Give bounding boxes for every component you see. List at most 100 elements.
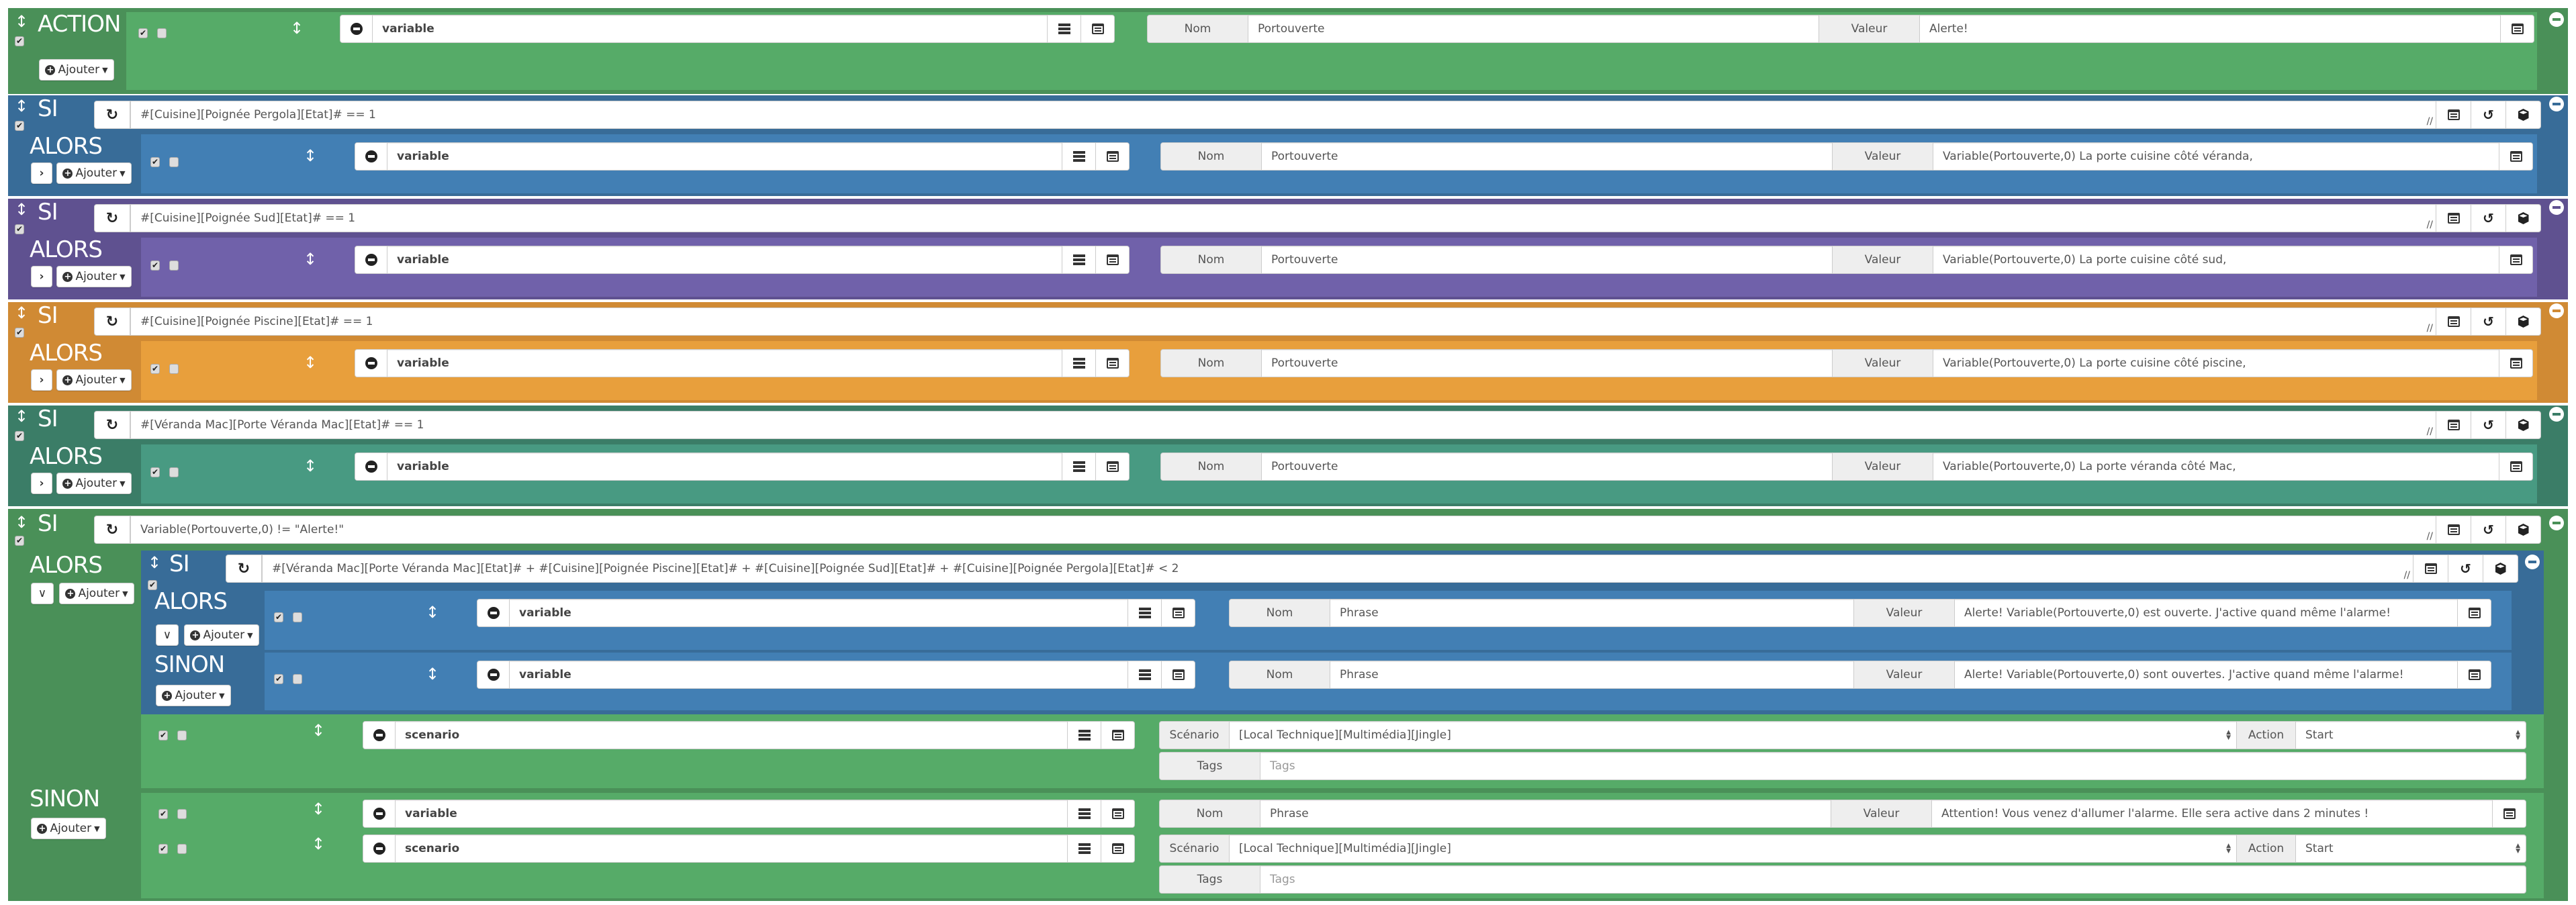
refresh-condition-button[interactable]: ↻: [94, 101, 130, 129]
refresh-condition-button[interactable]: ↻: [94, 204, 130, 232]
cube-button[interactable]: [2505, 205, 2540, 232]
select-command-button[interactable]: [1067, 722, 1101, 749]
variable-value-input[interactable]: Alerte! Variable(Portouverte,0) est ouve…: [1955, 600, 2457, 626]
remove-action-button[interactable]: [355, 350, 387, 377]
value-list-button[interactable]: [2457, 600, 2491, 626]
resize-grip-icon[interactable]: //: [2427, 323, 2433, 334]
variable-value-input[interactable]: Alerte! Variable(Portouverte,0) sont ouv…: [1955, 661, 2457, 688]
add-button[interactable]: + Ajouter ▼: [56, 266, 132, 287]
remove-action-button[interactable]: [477, 661, 510, 688]
condition-input[interactable]: #[Véranda Mac][Porte Véranda Mac][Etat]#…: [130, 411, 2541, 439]
move-handle-icon[interactable]: ↕: [15, 514, 28, 530]
variable-name-input[interactable]: Portouverte: [1262, 453, 1833, 480]
remove-block-icon[interactable]: [2549, 303, 2564, 318]
block-enable-checkbox[interactable]: [15, 121, 24, 131]
remove-action-button[interactable]: [355, 143, 387, 170]
condition-input[interactable]: #[Cuisine][Poignée Sud][Etat]# == 1// ↺: [130, 204, 2541, 232]
variable-value-input[interactable]: Variable(Portouverte,0) La porte véranda…: [1933, 453, 2499, 480]
move-handle-icon[interactable]: ↕: [304, 251, 317, 267]
move-handle-icon[interactable]: ↕: [426, 604, 439, 620]
condition-input[interactable]: #[Cuisine][Poignée Pergola][Etat]# == 1/…: [130, 101, 2541, 129]
history-button[interactable]: ↺: [2471, 205, 2505, 232]
block-enable-checkbox[interactable]: [15, 36, 24, 46]
expand-button[interactable]: ›: [31, 162, 52, 184]
remove-action-button[interactable]: [355, 246, 387, 273]
move-handle-icon[interactable]: ↕: [304, 458, 317, 474]
select-command-button[interactable]: [1128, 600, 1161, 626]
action-background-checkbox[interactable]: [169, 467, 179, 477]
expression-button[interactable]: [2436, 205, 2471, 232]
expand-button[interactable]: ›: [31, 369, 52, 391]
select-command-button[interactable]: [1128, 661, 1161, 688]
resize-grip-icon[interactable]: //: [2427, 116, 2433, 127]
tags-input[interactable]: Tags: [1260, 753, 2526, 779]
list-command-button[interactable]: [1080, 15, 1114, 42]
add-button[interactable]: + Ajouter ▼: [156, 685, 231, 706]
move-handle-icon[interactable]: ↕: [15, 13, 28, 30]
condition-input[interactable]: Variable(Portouverte,0) != "Alerte!"// ↺: [130, 516, 2541, 544]
action-enable-checkbox[interactable]: [150, 364, 160, 374]
action-background-checkbox[interactable]: [169, 260, 179, 271]
action-select[interactable]: Start ▲ ▼: [2296, 722, 2526, 749]
variable-value-input[interactable]: Variable(Portouverte,0) La porte cuisine…: [1933, 143, 2499, 170]
add-button[interactable]: + Ajouter ▼: [56, 369, 132, 391]
move-handle-icon[interactable]: ↕: [15, 305, 28, 321]
value-list-button[interactable]: [2457, 661, 2491, 688]
block-enable-checkbox[interactable]: [15, 328, 24, 338]
resize-grip-icon[interactable]: //: [2404, 570, 2410, 581]
command-field[interactable]: variable: [363, 800, 1135, 828]
refresh-condition-button[interactable]: ↻: [226, 555, 262, 583]
variable-name-input[interactable]: Phrase: [1330, 600, 1854, 626]
variable-name-input[interactable]: Portouverte: [1262, 350, 1833, 377]
tags-input[interactable]: Tags: [1260, 866, 2526, 893]
variable-name-input[interactable]: Phrase: [1330, 661, 1854, 688]
expression-button[interactable]: [2436, 308, 2471, 335]
value-list-button[interactable]: [2499, 350, 2532, 377]
collapse-button[interactable]: ∨: [156, 624, 179, 646]
action-enable-checkbox[interactable]: [274, 674, 283, 684]
command-field[interactable]: scenario: [363, 721, 1135, 749]
list-command-button[interactable]: [1101, 835, 1134, 862]
variable-name-input[interactable]: Portouverte: [1248, 15, 1819, 42]
list-command-button[interactable]: [1101, 800, 1134, 827]
command-field[interactable]: variable: [340, 15, 1115, 43]
value-list-button[interactable]: [2499, 143, 2532, 170]
block-enable-checkbox[interactable]: [15, 224, 24, 234]
history-button[interactable]: ↺: [2471, 101, 2505, 128]
resize-grip-icon[interactable]: //: [2427, 531, 2433, 542]
refresh-condition-button[interactable]: ↻: [94, 411, 130, 439]
condition-input[interactable]: #[Véranda Mac][Porte Véranda Mac][Etat]#…: [262, 555, 2518, 583]
variable-value-input[interactable]: Alerte!: [1920, 15, 2500, 42]
block-enable-checkbox[interactable]: [15, 536, 24, 546]
remove-block-icon[interactable]: [2549, 516, 2564, 530]
list-command-button[interactable]: [1095, 246, 1129, 273]
scenario-select[interactable]: [Local Technique][Multimédia][Jingle] ▲ ▼: [1230, 835, 2237, 862]
remove-action-button[interactable]: [477, 600, 510, 626]
action-enable-checkbox[interactable]: [138, 28, 148, 38]
expression-button[interactable]: [2413, 555, 2448, 582]
variable-value-input[interactable]: Variable(Portouverte,0) La porte cuisine…: [1933, 350, 2499, 377]
condition-input[interactable]: #[Cuisine][Poignée Piscine][Etat]# == 1/…: [130, 307, 2541, 336]
action-background-checkbox[interactable]: [177, 809, 187, 819]
variable-value-input[interactable]: Attention! Vous venez d'allumer l'alarme…: [1932, 800, 2492, 827]
action-enable-checkbox[interactable]: [158, 844, 168, 854]
resize-grip-icon[interactable]: //: [2427, 426, 2433, 437]
block-enable-checkbox[interactable]: [15, 431, 24, 441]
action-enable-checkbox[interactable]: [150, 467, 160, 477]
list-command-button[interactable]: [1095, 143, 1129, 170]
add-button[interactable]: + Ajouter ▼: [56, 162, 132, 184]
move-handle-icon[interactable]: ↕: [290, 20, 304, 36]
select-command-button[interactable]: [1062, 350, 1095, 377]
remove-action-button[interactable]: [363, 800, 396, 827]
move-handle-icon[interactable]: ↕: [312, 801, 325, 817]
action-background-checkbox[interactable]: [177, 844, 187, 854]
remove-action-button[interactable]: [355, 453, 387, 480]
select-command-button[interactable]: [1062, 453, 1095, 480]
action-enable-checkbox[interactable]: [150, 157, 160, 167]
move-handle-icon[interactable]: ↕: [15, 98, 28, 114]
list-command-button[interactable]: [1101, 722, 1134, 749]
cube-button[interactable]: [2505, 412, 2540, 438]
collapse-button[interactable]: ∨: [31, 583, 54, 604]
history-button[interactable]: ↺: [2471, 412, 2505, 438]
select-command-button[interactable]: [1062, 143, 1095, 170]
